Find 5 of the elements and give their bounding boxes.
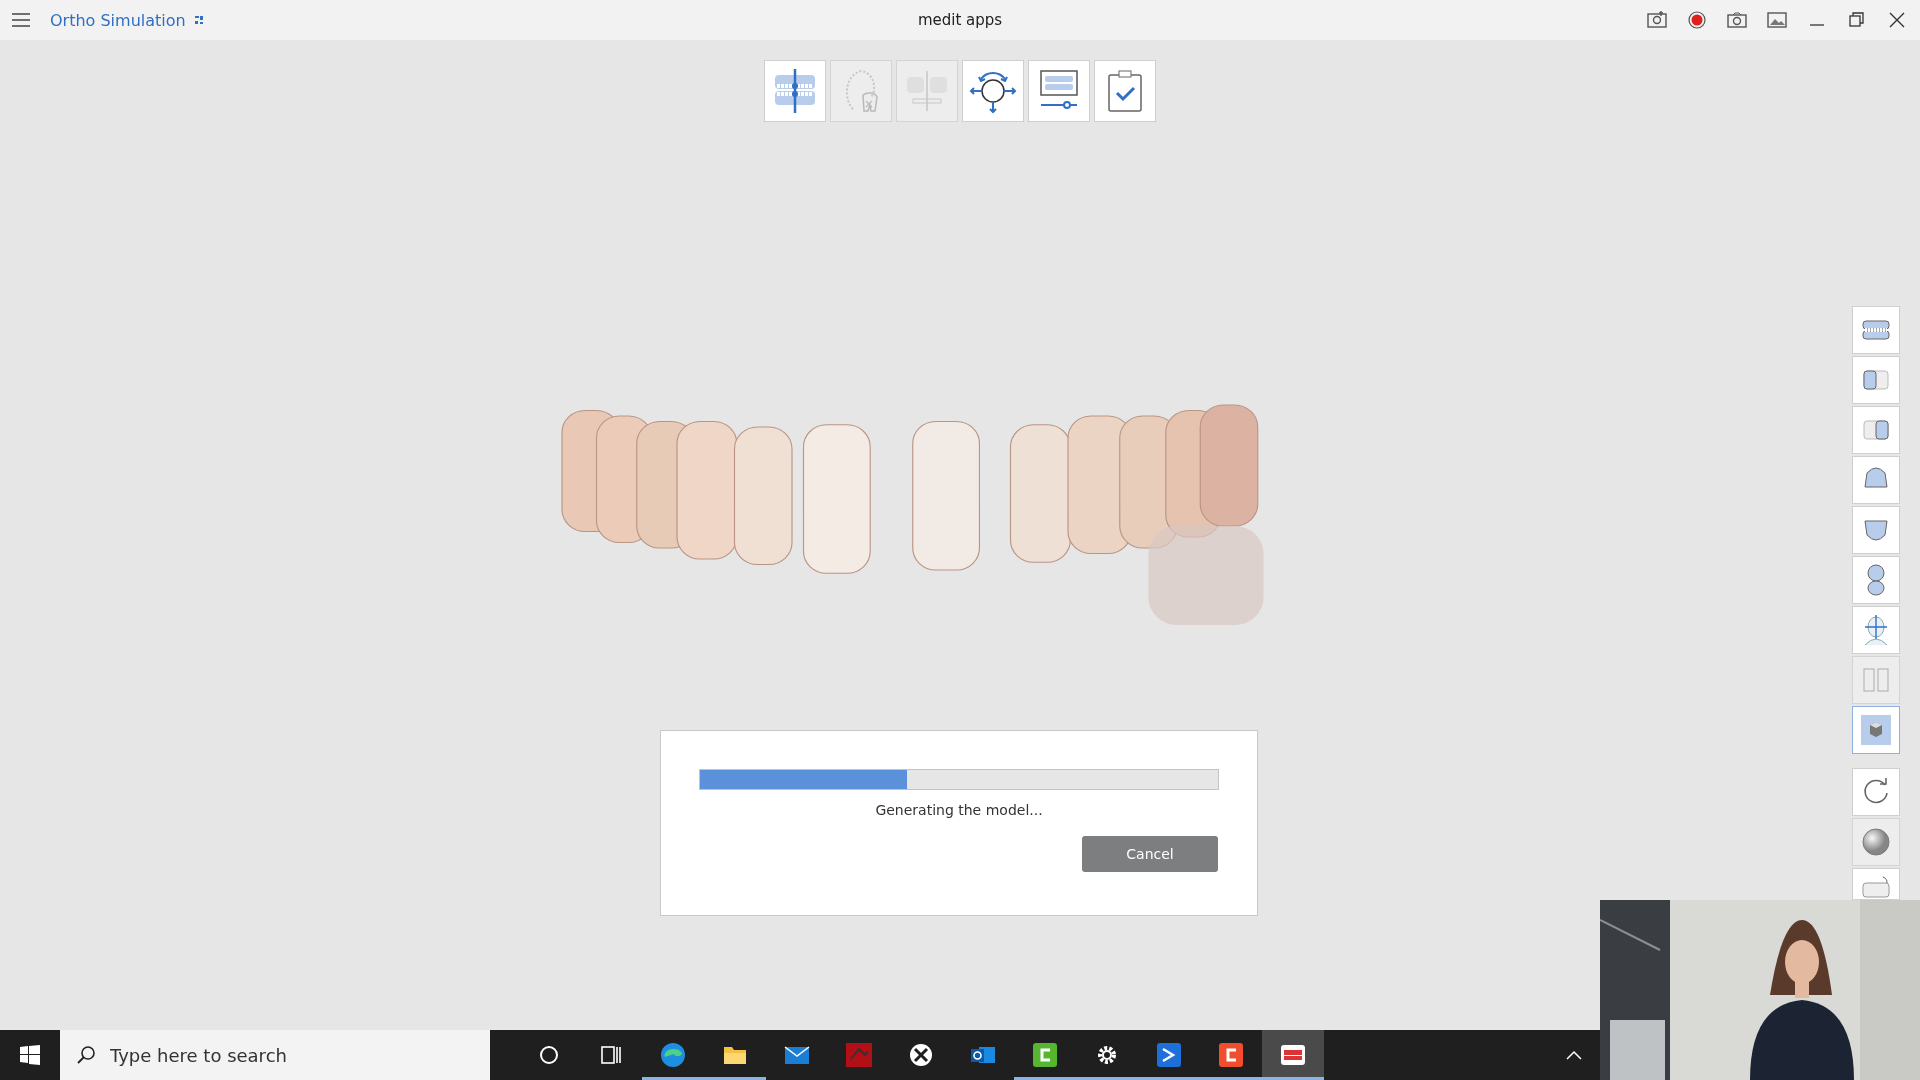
window-title: medit apps <box>917 11 1003 29</box>
cancel-button[interactable]: Cancel <box>1082 836 1218 872</box>
search-field[interactable]: Type here to search <box>60 1030 490 1080</box>
app-title: Ortho Simulation <box>50 10 186 30</box>
status-message: Generating the model... <box>875 802 1043 818</box>
